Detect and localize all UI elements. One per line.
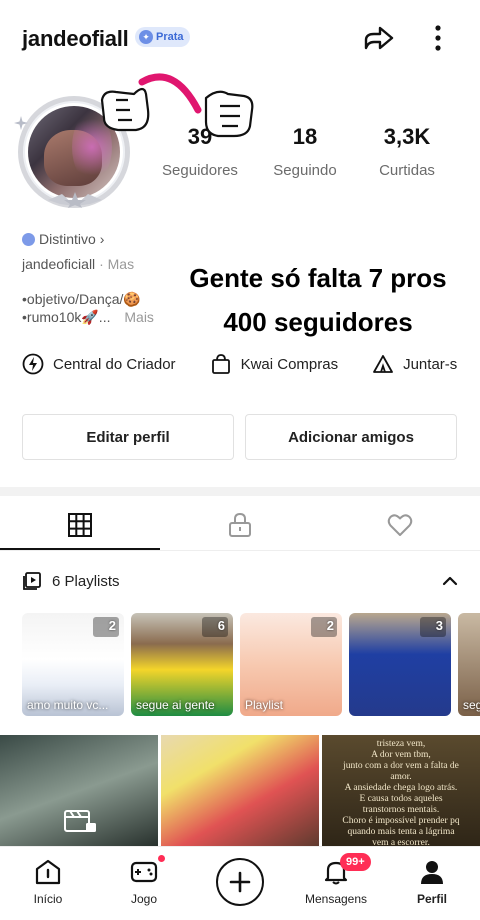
tier-badge[interactable]: ✦ Prata xyxy=(135,27,190,47)
overlay-caption-line1: Gente só falta 7 pros xyxy=(189,263,447,293)
bio-more-link-2[interactable]: Mais xyxy=(124,309,154,325)
bio-handle-line: jandeoficiall · Mas xyxy=(22,256,135,272)
likes-count: 3,3K xyxy=(383,124,431,149)
playlists-header[interactable]: 6 Playlists xyxy=(22,569,462,593)
create-button[interactable] xyxy=(216,858,264,906)
section-divider xyxy=(0,487,480,496)
content-tabs xyxy=(0,500,480,550)
nav-profile-label: Perfil xyxy=(416,892,447,906)
video-thumbnail[interactable]: tristeza vem, A dor vem tbm, junto com a… xyxy=(322,735,480,847)
chevron-up-icon[interactable] xyxy=(440,572,460,590)
overlay-caption-line2: 400 seguidores xyxy=(223,307,413,337)
profile-shortcuts: Central do Criador Kwai Compras Juntar-s xyxy=(22,350,480,378)
distintivo-label: Distintivo xyxy=(39,231,96,247)
shortcut-join[interactable]: Juntar-s xyxy=(372,350,457,378)
heart-icon xyxy=(387,514,413,536)
playlist-title: Playlist xyxy=(245,698,284,712)
playlist-title: amo muito vc... xyxy=(27,698,109,712)
nav-home[interactable]: Início xyxy=(8,857,88,906)
playlists-row: 2 amo muito vc... 6 segue ai gente 2 Pla… xyxy=(22,613,480,716)
bio-line-2-row: •rumo10k🚀... Mais xyxy=(22,309,154,326)
bio-more-link-1[interactable]: Mas xyxy=(108,256,134,272)
tent-icon xyxy=(373,355,393,373)
bio-handle: jandeoficiall xyxy=(22,256,96,272)
playlist-count: 2 xyxy=(326,618,334,633)
nav-game-label: Jogo xyxy=(130,892,158,906)
followers-label: Seguidores xyxy=(162,162,238,179)
following-count: 18 xyxy=(292,124,318,149)
plus-icon xyxy=(229,871,251,893)
profile-username: jandeofiall xyxy=(22,26,129,51)
gamepad-icon xyxy=(130,861,158,883)
share-icon[interactable] xyxy=(360,22,396,54)
lightning-icon xyxy=(22,353,44,375)
playlist-count: 6 xyxy=(217,618,225,633)
playlist-count: 3 xyxy=(435,618,443,633)
shortcut-join-label: Juntar-s xyxy=(403,355,458,373)
tab-private[interactable] xyxy=(160,500,320,550)
bottom-navigation: Início Jogo Mensagens 99+ Perfil xyxy=(0,846,480,920)
video-thumbnail[interactable] xyxy=(0,735,158,847)
pointing-hands-sticker xyxy=(100,73,254,138)
edit-profile-button[interactable]: Editar perfil xyxy=(22,414,234,460)
tab-posts[interactable] xyxy=(0,500,160,550)
video-quote-text: tristeza vem, A dor vem tbm, junto com a… xyxy=(342,739,460,847)
shortcut-kwai-shop[interactable]: Kwai Compras xyxy=(210,350,339,378)
playlist-title: segue ai gente xyxy=(136,698,215,712)
lock-icon xyxy=(229,512,251,537)
chevron-right-icon: › xyxy=(99,231,105,247)
video-grid: tristeza vem, A dor vem tbm, junto com a… xyxy=(0,735,480,847)
nav-profile[interactable]: Perfil xyxy=(392,857,472,906)
add-friends-button[interactable]: Adicionar amigos xyxy=(245,414,457,460)
playlist-card[interactable]: 2 amo muito vc... xyxy=(22,613,124,716)
grid-icon xyxy=(68,513,92,537)
bio-line-1: •objetivo/Dança/🍪 xyxy=(22,291,141,307)
more-options-icon[interactable] xyxy=(426,22,450,54)
playlist-card[interactable]: 3 xyxy=(349,613,451,716)
private-clip-icon xyxy=(64,810,96,832)
likes-stat[interactable]: 3,3K Curtidas xyxy=(372,124,442,179)
messages-count-badge: 99+ xyxy=(340,853,371,871)
tier-badge-label: Prata xyxy=(156,31,184,43)
shortcut-creator-center-label: Central do Criador xyxy=(53,355,176,373)
active-tab-indicator xyxy=(0,548,160,550)
playlist-card[interactable]: 2 Playlist xyxy=(240,613,342,716)
playlist-card[interactable]: 6 segue ai gente xyxy=(131,613,233,716)
following-label: Seguindo xyxy=(273,162,337,179)
nav-messages-label: Mensagens xyxy=(304,892,368,906)
distintivo-icon xyxy=(22,232,35,246)
playlist-card[interactable]: seg Bor xyxy=(458,613,480,716)
playlist-title: seg Bor xyxy=(463,698,480,712)
following-stat[interactable]: 18 Seguindo xyxy=(270,124,340,179)
avatar-wings-decoration xyxy=(48,192,102,208)
tabs-baseline xyxy=(0,550,480,551)
profile-icon xyxy=(421,861,443,884)
bio-line-2: •rumo10k🚀... xyxy=(22,309,111,325)
shopping-bag-icon xyxy=(211,354,230,374)
distintivo-link[interactable]: Distintivo › xyxy=(22,231,104,247)
sparkle-icon xyxy=(14,116,28,130)
overlay-caption: Gente só falta 7 pros 400 seguidores xyxy=(158,256,478,344)
nav-game[interactable]: Jogo xyxy=(104,857,184,906)
playlist-count: 2 xyxy=(108,618,116,633)
home-icon xyxy=(35,859,61,885)
badge-shield-icon: ✦ xyxy=(139,30,153,44)
shortcut-creator-center[interactable]: Central do Criador xyxy=(22,350,176,378)
tab-liked[interactable] xyxy=(320,500,480,550)
top-bar: jandeofiall ✦ Prata xyxy=(0,0,480,78)
nav-home-label: Início xyxy=(33,892,63,906)
playlists-count-label: 6 Playlists xyxy=(52,572,120,590)
video-thumbnail[interactable] xyxy=(161,735,319,847)
likes-label: Curtidas xyxy=(379,162,435,179)
playlist-icon xyxy=(23,572,41,590)
shortcut-kwai-shop-label: Kwai Compras xyxy=(240,355,339,373)
game-notification-dot xyxy=(158,855,165,862)
